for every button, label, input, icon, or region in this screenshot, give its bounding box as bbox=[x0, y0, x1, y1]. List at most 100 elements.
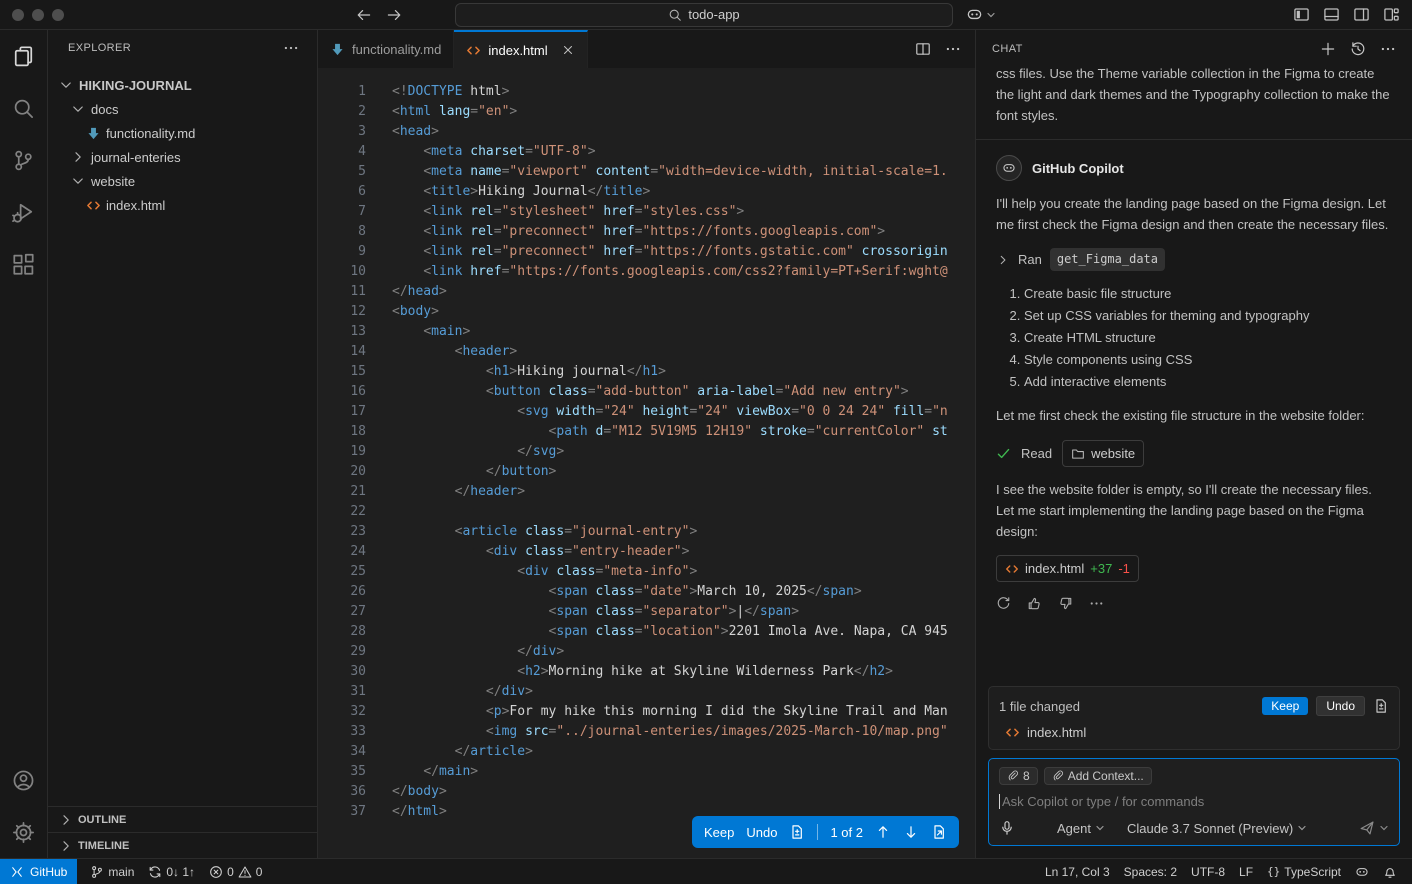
close-icon[interactable] bbox=[561, 43, 575, 57]
changed-file-chip[interactable]: index.html +37 -1 bbox=[996, 555, 1139, 582]
code-line: 29 </div> bbox=[318, 644, 975, 664]
activity-source-control-button[interactable] bbox=[0, 134, 47, 186]
thumbs-down-button[interactable] bbox=[1058, 596, 1073, 611]
language-mode[interactable]: {} TypeScript bbox=[1260, 859, 1348, 884]
copilot-menu[interactable] bbox=[966, 6, 996, 23]
keep-all-button[interactable]: Keep bbox=[1262, 697, 1308, 715]
settings-button[interactable] bbox=[0, 806, 47, 858]
next-change-button[interactable] bbox=[903, 824, 919, 840]
eol-indicator[interactable]: LF bbox=[1232, 859, 1260, 884]
mode-dropdown[interactable]: Agent bbox=[1057, 821, 1105, 836]
timeline-section[interactable]: TIMELINE bbox=[48, 832, 317, 858]
encoding-indicator[interactable]: UTF-8 bbox=[1184, 859, 1232, 884]
chat-more-actions-button[interactable] bbox=[1380, 41, 1396, 57]
model-dropdown[interactable]: Claude 3.7 Sonnet (Preview) bbox=[1127, 821, 1307, 836]
changed-file-row[interactable]: index.html bbox=[999, 725, 1389, 740]
customize-layout-button[interactable] bbox=[1383, 6, 1400, 23]
tree-item-root[interactable]: HIKING-JOURNAL bbox=[48, 73, 317, 97]
nav-forward-icon[interactable] bbox=[386, 7, 402, 23]
window-close-button[interactable] bbox=[12, 9, 24, 21]
tree-item-label: index.html bbox=[106, 198, 165, 213]
read-target-label: website bbox=[1091, 443, 1135, 464]
title-bar: todo-app bbox=[0, 0, 1412, 30]
window-zoom-button[interactable] bbox=[52, 9, 64, 21]
response-more-button[interactable] bbox=[1089, 596, 1104, 611]
mic-icon[interactable] bbox=[999, 820, 1015, 836]
read-target-chip[interactable]: website bbox=[1062, 440, 1144, 467]
toggle-secondary-sidebar-button[interactable] bbox=[1353, 6, 1370, 23]
problems-indicator[interactable]: 0 0 bbox=[202, 859, 269, 884]
code-line: 1<!DOCTYPE html> bbox=[318, 84, 975, 104]
code-lines: 1<!DOCTYPE html>2<html lang="en">3<head>… bbox=[318, 84, 975, 824]
tree-item-label: functionality.md bbox=[106, 126, 195, 141]
code-line: 24 <div class="entry-header"> bbox=[318, 544, 975, 564]
changed-file-name: index.html bbox=[1025, 558, 1084, 579]
diff-file-icon[interactable] bbox=[789, 824, 805, 840]
tree-item-label: docs bbox=[91, 102, 118, 117]
indentation-indicator[interactable]: Spaces: 2 bbox=[1117, 859, 1184, 884]
account-button[interactable] bbox=[0, 754, 47, 806]
tree-item-journal-enteries[interactable]: journal-enteries bbox=[48, 145, 317, 169]
command-center-search[interactable]: todo-app bbox=[455, 3, 953, 27]
tree-item-label: website bbox=[91, 174, 135, 189]
tab-functionality-md[interactable]: functionality.md bbox=[318, 30, 454, 68]
branch-indicator[interactable]: main bbox=[83, 859, 141, 884]
chat-messages[interactable]: css files. Use the Theme variable collec… bbox=[976, 68, 1412, 678]
chat-title: CHAT bbox=[992, 43, 1023, 55]
activity-run-debug-button[interactable] bbox=[0, 186, 47, 238]
copilot-icon bbox=[1002, 161, 1016, 175]
new-chat-button[interactable] bbox=[1320, 41, 1336, 57]
tree-item-docs[interactable]: docs bbox=[48, 97, 317, 121]
undo-button[interactable]: Undo bbox=[746, 825, 777, 840]
chevron-right-icon bbox=[58, 812, 74, 828]
tab-label: index.html bbox=[488, 43, 547, 58]
tree-item-functionality-md[interactable]: functionality.md bbox=[48, 121, 317, 145]
chevron-down-icon bbox=[1095, 823, 1105, 833]
tool-name-chip[interactable]: get_Figma_data bbox=[1050, 248, 1165, 271]
tab-index-html[interactable]: index.html bbox=[454, 30, 587, 68]
tree-item-index-html[interactable]: index.html bbox=[48, 193, 317, 217]
add-context-button[interactable]: Add Context... bbox=[1044, 767, 1152, 785]
tree-item-website[interactable]: website bbox=[48, 169, 317, 193]
remote-indicator[interactable]: GitHub bbox=[0, 859, 77, 884]
code-line: 30 <h2>Morning hike at Skyline Wildernes… bbox=[318, 664, 975, 684]
chat-input-placeholder: Ask Copilot or type / for commands bbox=[1002, 794, 1204, 809]
thumbs-up-button[interactable] bbox=[1027, 596, 1042, 611]
changes-summary: 1 file changed bbox=[999, 699, 1080, 714]
editor-more-actions-button[interactable] bbox=[945, 41, 961, 57]
activity-extensions-button[interactable] bbox=[0, 238, 47, 290]
copilot-status[interactable] bbox=[1348, 859, 1376, 884]
notifications-bell[interactable] bbox=[1376, 859, 1404, 884]
tool-call-row[interactable]: Ran get_Figma_data bbox=[996, 248, 1392, 271]
open-diff-button[interactable] bbox=[931, 824, 947, 840]
chevron-down-icon[interactable] bbox=[1379, 823, 1389, 833]
send-button[interactable] bbox=[1359, 820, 1375, 836]
split-editor-button[interactable] bbox=[915, 41, 931, 57]
code-editor[interactable]: 1<!DOCTYPE html>2<html lang="en">3<head>… bbox=[318, 68, 975, 858]
toggle-panel-button[interactable] bbox=[1323, 6, 1340, 23]
attachments-chip[interactable]: 8 bbox=[999, 767, 1038, 785]
window-minimize-button[interactable] bbox=[32, 9, 44, 21]
code-line: 19 </svg> bbox=[318, 444, 975, 464]
pending-changes-panel: 1 file changed Keep Undo index.html bbox=[988, 686, 1400, 750]
outline-section[interactable]: OUTLINE bbox=[48, 806, 317, 832]
sync-indicator[interactable]: 0↓ 1↑ bbox=[141, 859, 202, 884]
undo-all-button[interactable]: Undo bbox=[1316, 696, 1365, 716]
chat-input-box[interactable]: 8 Add Context... Ask Copilot or type / f… bbox=[988, 758, 1400, 846]
html-file-icon bbox=[1005, 725, 1020, 740]
toggle-sidebar-button[interactable] bbox=[1293, 6, 1310, 23]
code-line: 17 <svg width="24" height="24" viewBox="… bbox=[318, 404, 975, 424]
copilot-step: Create HTML structure bbox=[1024, 327, 1392, 349]
folder-icon bbox=[1071, 447, 1085, 461]
explorer-sidebar: EXPLORER HIKING-JOURNAL docs functionali… bbox=[48, 30, 318, 858]
activity-explorer-button[interactable] bbox=[0, 30, 47, 82]
regenerate-button[interactable] bbox=[996, 596, 1011, 611]
explorer-more-actions-button[interactable] bbox=[283, 40, 299, 56]
nav-back-icon[interactable] bbox=[356, 7, 372, 23]
keep-button[interactable]: Keep bbox=[704, 825, 734, 840]
cursor-position[interactable]: Ln 17, Col 3 bbox=[1038, 859, 1117, 884]
chat-history-button[interactable] bbox=[1350, 41, 1366, 57]
view-diff-button[interactable] bbox=[1373, 698, 1389, 714]
previous-change-button[interactable] bbox=[875, 824, 891, 840]
activity-search-button[interactable] bbox=[0, 82, 47, 134]
